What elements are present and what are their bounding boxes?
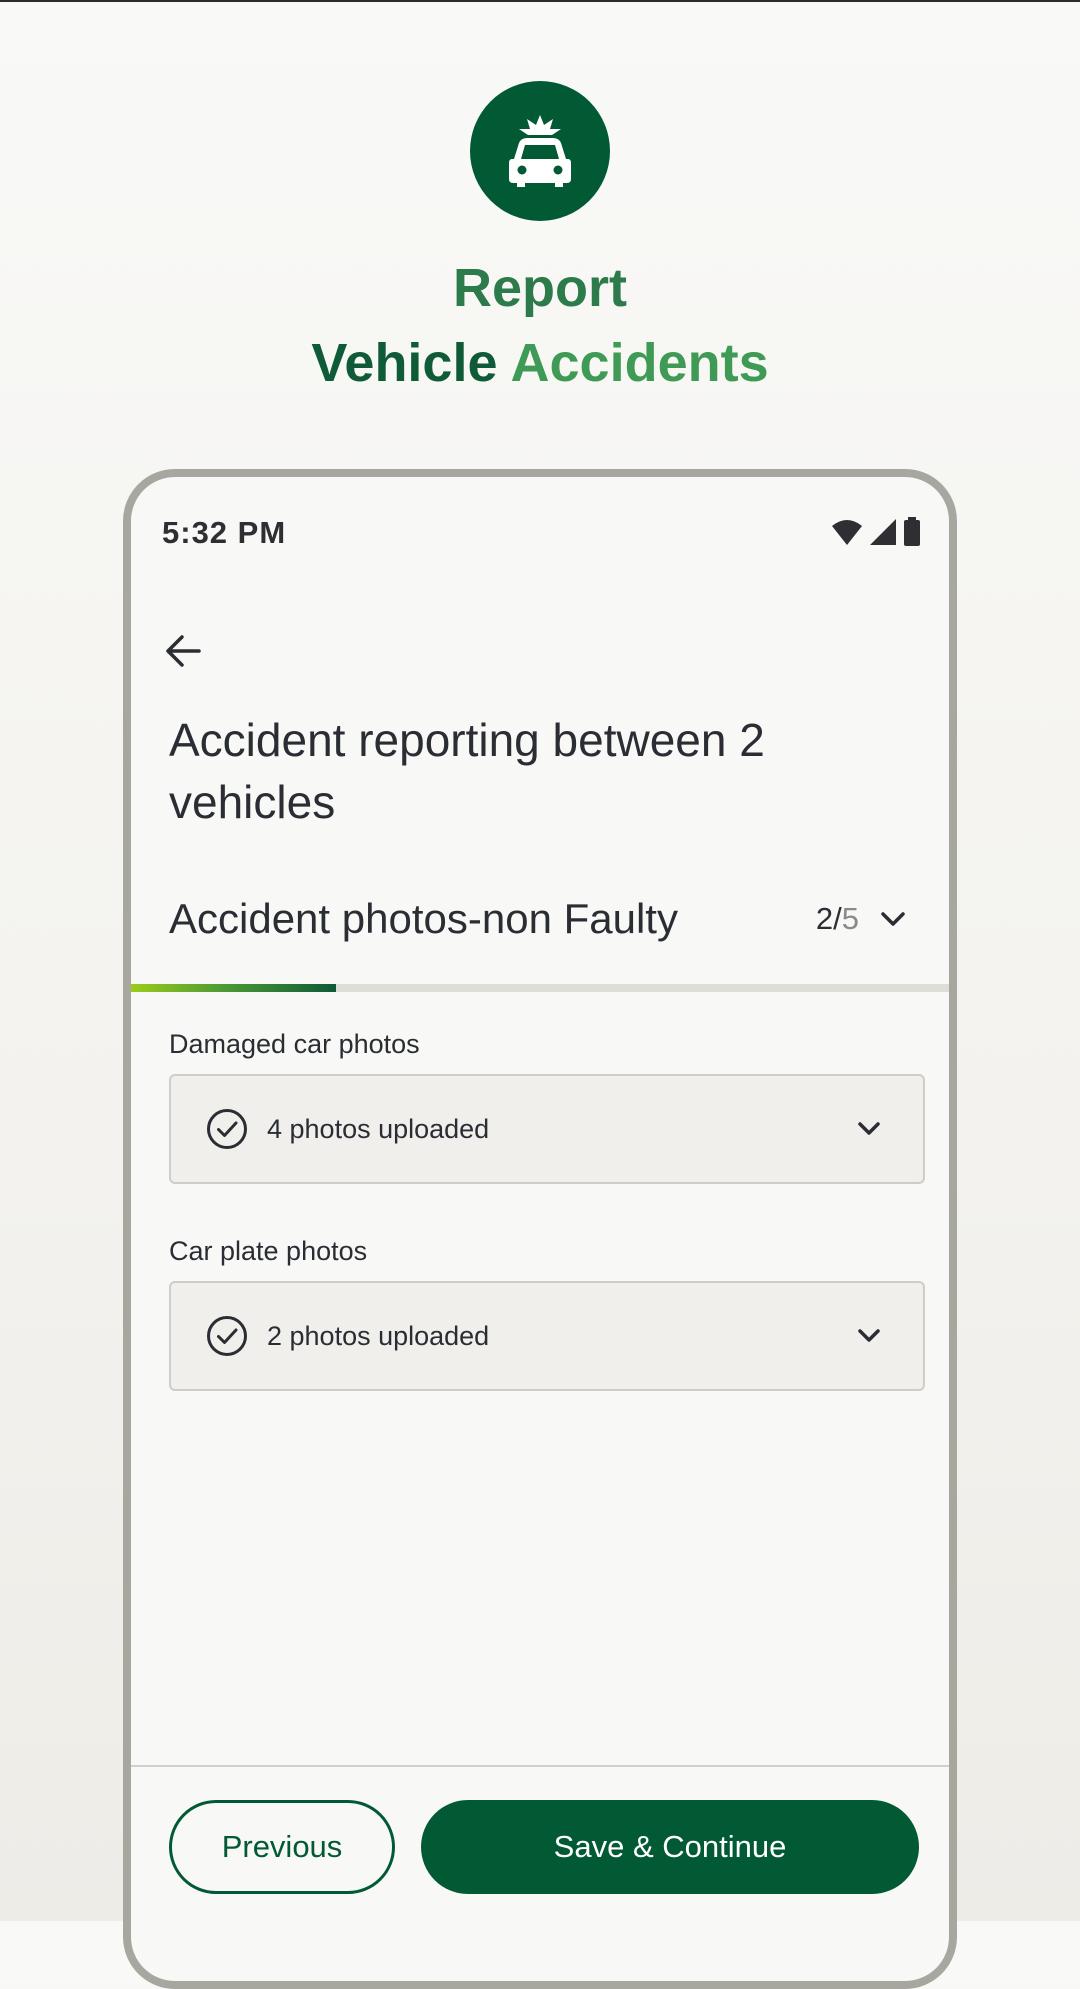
damaged-car-photos-dropdown[interactable]: 4 photos uploaded bbox=[169, 1074, 925, 1184]
upload-status-text: 2 photos uploaded bbox=[267, 1320, 490, 1351]
phone-frame: 5:32 PM Accident reporting between 2 veh… bbox=[123, 469, 957, 1989]
upload-status-text: 4 photos uploaded bbox=[267, 1113, 490, 1144]
footer-divider bbox=[131, 1765, 949, 1767]
step-total: 5 bbox=[841, 901, 859, 936]
car-accident-icon bbox=[470, 81, 610, 221]
chevron-down-icon[interactable] bbox=[875, 901, 911, 937]
section-title: Accident photos-non Faulty bbox=[169, 895, 678, 942]
progress-fill bbox=[131, 984, 336, 992]
arrow-left-icon[interactable] bbox=[159, 627, 207, 675]
step-current: 2 bbox=[815, 901, 834, 936]
check-circle-icon bbox=[205, 1314, 249, 1358]
save-continue-button[interactable]: Save & Continue bbox=[421, 1800, 919, 1894]
battery-icon bbox=[903, 517, 921, 552]
chevron-down-icon[interactable] bbox=[853, 1113, 885, 1145]
car-plate-photos-dropdown[interactable]: 2 photos uploaded bbox=[169, 1281, 925, 1391]
step-counter: 2/5 bbox=[815, 901, 859, 936]
hero-title-word-vehicle: Vehicle bbox=[311, 333, 498, 393]
check-circle-icon bbox=[205, 1107, 249, 1151]
progress-bar bbox=[131, 984, 949, 992]
wifi-icon bbox=[831, 518, 863, 551]
status-icons bbox=[831, 517, 921, 552]
hero-title-word-accidents: Accidents bbox=[510, 333, 769, 393]
chevron-down-icon[interactable] bbox=[853, 1320, 885, 1352]
field-label-car-plate: Car plate photos bbox=[169, 1236, 368, 1266]
cell-signal-icon bbox=[869, 518, 897, 551]
page-title: Accident reporting between 2 vehicles bbox=[169, 714, 765, 828]
hero-title-line2: Vehicle Accidents bbox=[0, 326, 1080, 400]
top-border bbox=[0, 0, 1080, 2]
hero-title-line1: Report bbox=[453, 258, 627, 318]
status-time: 5:32 PM bbox=[162, 515, 287, 550]
field-label-damaged-car: Damaged car photos bbox=[169, 1029, 420, 1059]
previous-button[interactable]: Previous bbox=[169, 1800, 395, 1894]
